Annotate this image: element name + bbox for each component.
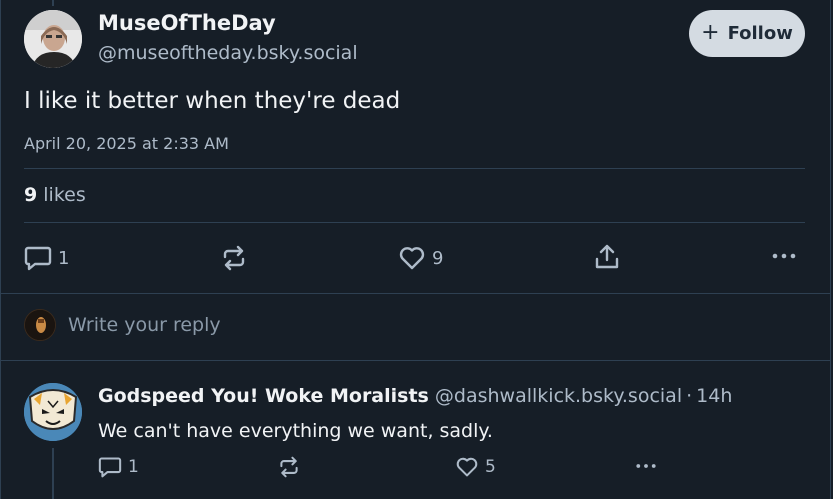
thread-line-top: [52, 0, 54, 6]
repost-icon: [220, 245, 248, 271]
follow-label: Follow: [727, 23, 793, 44]
share-button[interactable]: [594, 243, 620, 271]
divider: [24, 222, 805, 223]
reply-header: Godspeed You! Woke Moralists @dashwallki…: [98, 385, 732, 407]
heart-icon: [398, 245, 426, 271]
likes-count: 9: [24, 184, 38, 206]
heart-icon: [455, 456, 479, 478]
post-text: I like it better when they're dead: [24, 88, 401, 114]
divider: [24, 168, 805, 169]
post-timestamp: April 20, 2025 at 2:33 AM: [24, 134, 229, 153]
reply-reply-count: 1: [128, 457, 139, 477]
author-display-name[interactable]: MuseOfTheDay: [98, 11, 276, 35]
follow-button[interactable]: + Follow: [689, 10, 805, 57]
reply-like-count: 5: [485, 457, 496, 477]
author-avatar[interactable]: [24, 10, 82, 68]
author-handle[interactable]: @museoftheday.bsky.social: [98, 42, 358, 64]
reply-icon: [24, 245, 52, 271]
meta-separator: ·: [686, 385, 693, 407]
reply-count: 1: [58, 247, 70, 269]
more-icon: [771, 249, 797, 263]
reply-reply-button[interactable]: 1: [98, 456, 139, 478]
current-user-avatar: [24, 309, 56, 341]
reply-author-name[interactable]: Godspeed You! Woke Moralists: [98, 385, 429, 407]
reply-more-options-button[interactable]: [634, 460, 658, 472]
share-icon: [594, 243, 620, 271]
repost-button[interactable]: [220, 245, 248, 271]
divider: [0, 360, 831, 361]
reply-text: We can't have everything we want, sadly.: [98, 420, 493, 442]
like-count: 9: [432, 247, 444, 269]
reply-placeholder[interactable]: Write your reply: [68, 314, 221, 336]
repost-icon: [277, 456, 301, 478]
thread-line: [52, 448, 54, 499]
more-icon: [634, 460, 658, 472]
reply-author-avatar[interactable]: [24, 383, 82, 441]
reply-like-button[interactable]: 5: [455, 456, 496, 478]
more-options-button[interactable]: [771, 249, 797, 263]
reply-button[interactable]: 1: [24, 245, 69, 271]
reply-time[interactable]: 14h: [696, 385, 732, 407]
likes-count-link[interactable]: 9 likes: [24, 184, 86, 206]
plus-icon: +: [701, 19, 720, 45]
likes-label: likes: [43, 184, 86, 206]
like-button[interactable]: 9: [398, 245, 443, 271]
reply-icon: [98, 456, 122, 478]
reply-repost-button[interactable]: [277, 456, 301, 478]
reply-author-handle[interactable]: @dashwallkick.bsky.social: [435, 385, 682, 407]
